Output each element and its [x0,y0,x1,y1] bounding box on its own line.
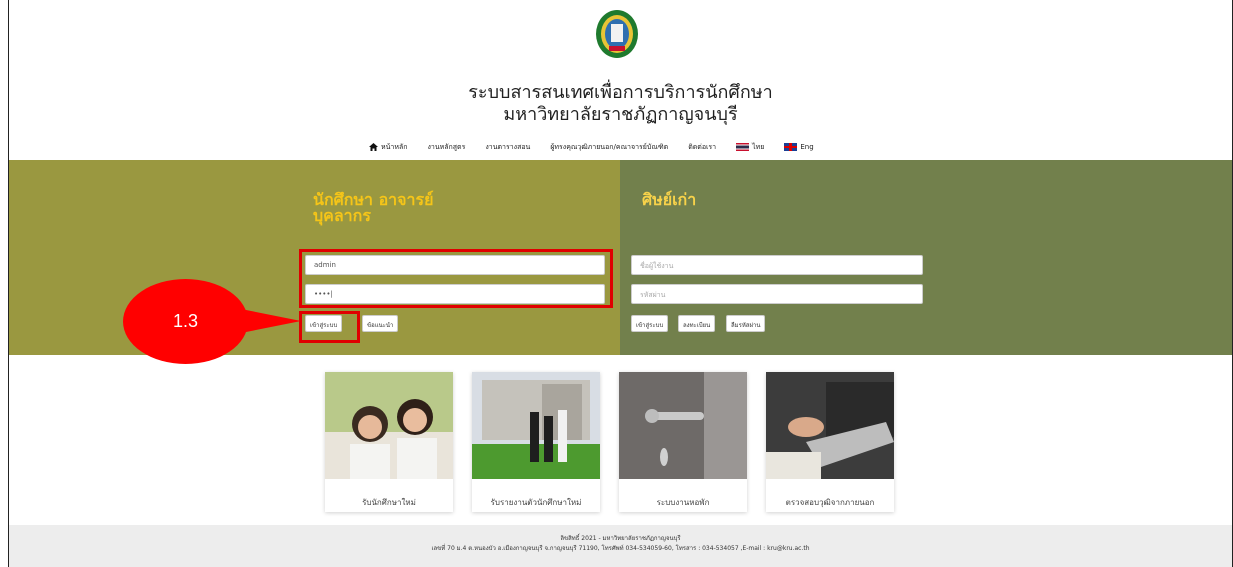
card-label: รับนักศึกษาใหม่ [362,498,416,507]
page-frame: ระบบสารสนเทศเพื่อการบริการนักศึกษา มหาวิ… [8,0,1233,567]
nav-item-lang-thai[interactable]: ไทย [736,142,764,153]
alumni-login-button[interactable]: เข้าสู่ระบบ [631,315,669,332]
site-title-line2: มหาวิทยาลัยราชภัฏกาญจนบุรี [503,104,738,125]
card-external-degree-check[interactable]: ตรวจสอบวุฒิจากภายนอก [766,372,894,512]
highlight-credentials-box [299,249,613,308]
alumni-password-input[interactable]: รหัสผ่าน [631,284,923,304]
step-callout-arrow [241,309,301,333]
uk-flag-icon [784,143,798,151]
nav-item-timetable[interactable]: งานตารางสอน [485,142,530,153]
nav-item-external-experts[interactable]: ผู้ทรงคุณวุฒิภายนอก/คณาจารย์บัณฑิต [550,142,668,153]
nav-item-home[interactable]: หน้าหลัก [369,142,407,153]
alumni-login-panel: ศิษย์เก่า ชื่อผู้ใช้งาน รหัสผ่าน เข้าสู่… [620,160,1232,355]
card-dormitory-system[interactable]: ระบบงานหอพัก [619,372,747,512]
alumni-forgot-password-button[interactable]: ลืมรหัสผ่าน [726,315,766,332]
alumni-panel-title: ศิษย์เก่า [642,190,697,209]
nav-item-label: ผู้ทรงคุณวุฒิภายนอก/คณาจารย์บัณฑิต [550,142,669,151]
card-new-student-admission[interactable]: รับนักศึกษาใหม่ [325,372,453,512]
thai-flag-icon [736,143,750,151]
nav-item-label: ไทย [752,142,765,151]
nav-item-label: หน้าหลัก [381,142,408,151]
staff-panel-title: นักศึกษา อาจารย์ บุคลากร [313,192,434,224]
nav-item-label: งานตารางสอน [485,142,531,151]
home-icon [369,143,378,151]
nav-item-contact[interactable]: ติดต่อเรา [688,142,716,153]
laptop-photo [766,372,894,479]
university-logo[interactable] [594,8,640,60]
door-handle-photo [619,372,747,479]
step-callout-label: 1.3 [172,311,199,331]
card-label: ระบบงานหอพัก [656,498,710,507]
nav-item-label: ติดต่อเรา [688,142,717,151]
students-photo [325,372,453,479]
header: ระบบสารสนเทศเพื่อการบริการนักศึกษา มหาวิ… [9,0,1232,160]
card-new-student-report[interactable]: รับรายงานตัวนักศึกษาใหม่ [472,372,600,512]
staff-panel-title-line2: บุคลากร [313,206,371,225]
footer-address: เลขที่ 70 ม.4 ต.หนองบัว อ.เมืองกาญจนบุรี… [431,545,810,552]
alumni-register-button[interactable]: ลงทะเบียน [678,315,716,332]
campus-photo [472,372,600,479]
nav-item-curriculum[interactable]: งานหลักสูตร [427,142,465,153]
highlight-login-button-box [299,311,360,343]
staff-guide-button[interactable]: ข้อแนะนำ [362,315,399,332]
nav-item-label: งานหลักสูตร [427,142,466,151]
site-title-line1: ระบบสารสนเทศเพื่อการบริการนักศึกษา [468,82,773,103]
card-label: รับรายงานตัวนักศึกษาใหม่ [490,498,582,507]
service-cards: รับนักศึกษาใหม่ รับรายงานตัวนักศึกษาใหม่ [325,372,894,512]
footer: ลิขสิทธิ์ 2021 - มหาวิทยาลัยราชภัฏกาญจนบ… [9,525,1232,567]
card-label: ตรวจสอบวุฒิจากภายนอก [785,498,875,507]
alumni-username-input[interactable]: ชื่อผู้ใช้งาน [631,255,923,275]
footer-copyright: ลิขสิทธิ์ 2021 - มหาวิทยาลัยราชภัฏกาญจนบ… [560,535,681,542]
main-nav: หน้าหลัก งานหลักสูตร งานตารางสอน ผู้ทรงค… [369,140,834,154]
nav-item-label: Eng [800,143,814,151]
nav-item-lang-eng[interactable]: Eng [784,143,814,151]
